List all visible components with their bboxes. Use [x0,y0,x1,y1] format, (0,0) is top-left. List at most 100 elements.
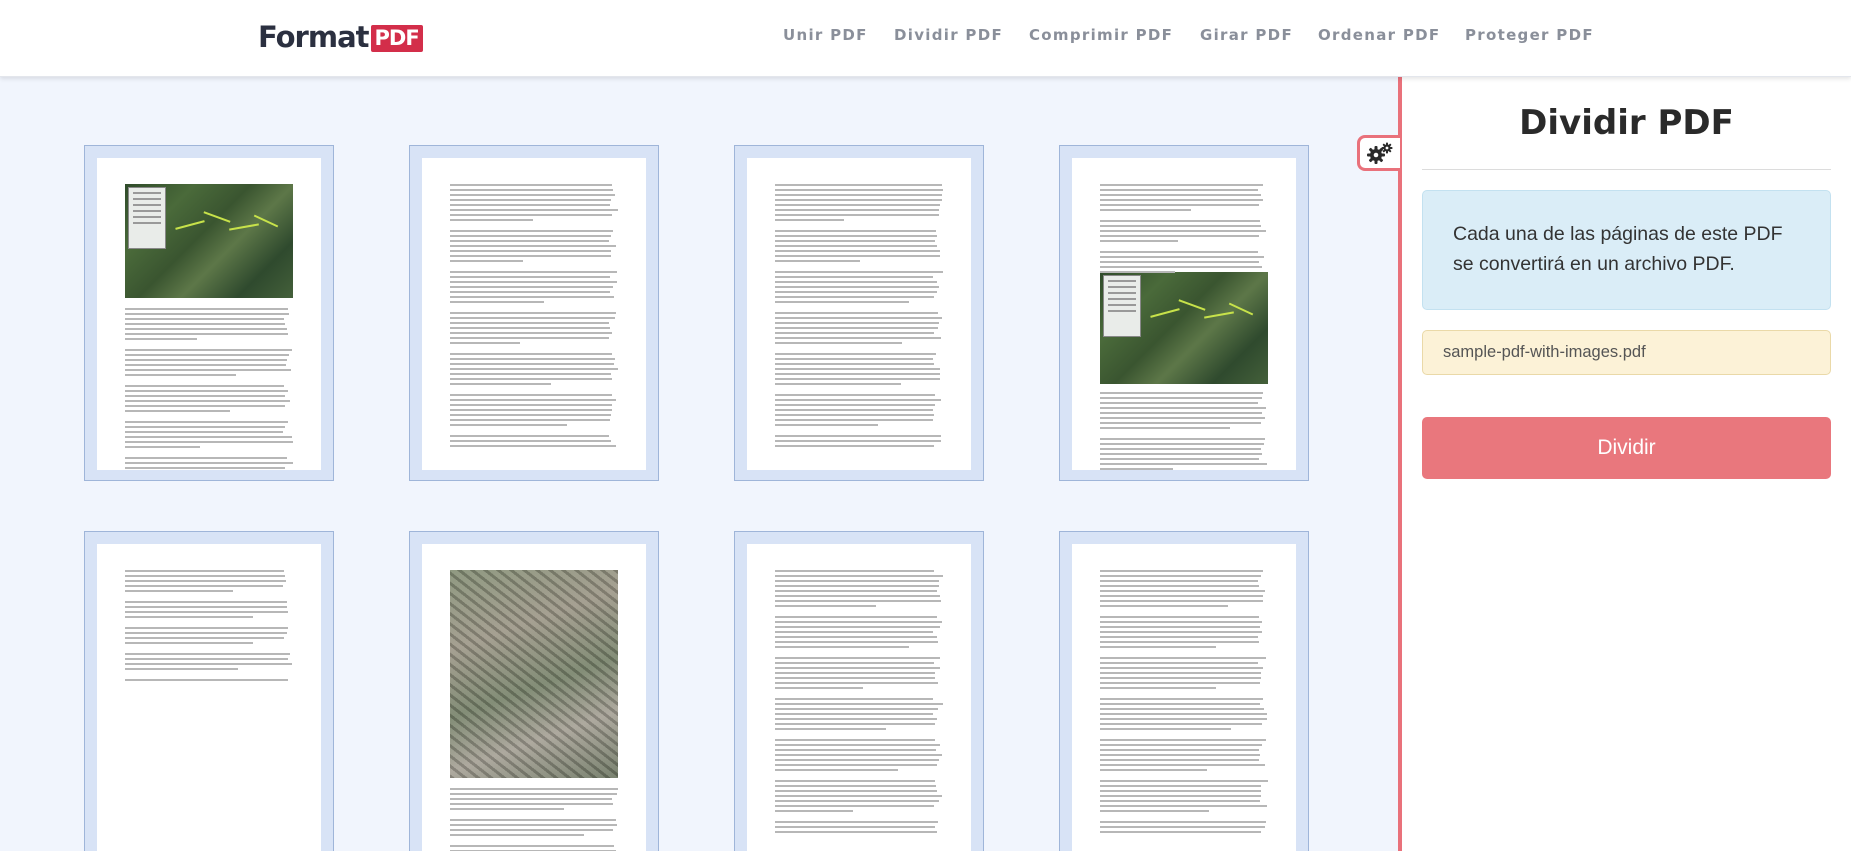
text-line [450,230,614,232]
text-line [1100,626,1261,628]
text-line [125,606,287,608]
page-thumbnail[interactable] [734,145,984,481]
text-line [1100,667,1264,669]
text-line [1100,256,1265,258]
text-line [1100,759,1260,761]
nav-girar-pdf[interactable]: Girar PDF [1200,24,1293,46]
text-line [1100,821,1266,823]
text-line [450,184,613,186]
text-line [1100,687,1217,689]
panel-title: Dividir PDF [1519,103,1734,143]
page-thumbnail[interactable] [1059,531,1309,851]
text-line [1100,468,1173,470]
text-line [450,409,613,411]
text-line [1100,230,1266,232]
text-line [450,845,615,847]
panel-separator [1422,169,1831,170]
page-thumbnails-area [0,77,1398,851]
text-line [1100,805,1268,807]
text-line [450,793,617,795]
text-line [1100,810,1209,812]
text-line [775,235,937,237]
text-line [775,312,938,314]
text-line [1100,266,1262,268]
page-thumbnail[interactable] [734,531,984,851]
text-line [775,641,938,643]
text-line [125,436,293,438]
text-line [125,333,289,335]
split-button[interactable]: Dividir [1422,417,1831,479]
legend-line [133,192,161,194]
text-line [125,390,288,392]
text-line [1100,392,1263,394]
text-line [1100,199,1263,201]
info-message: Cada una de las páginas de este PDF se c… [1422,190,1831,310]
settings-toggle[interactable] [1357,135,1400,171]
map-legend [128,187,166,249]
text-line [775,199,942,201]
text-line [125,328,288,330]
page-thumbnail[interactable] [409,531,659,851]
text-line [125,642,253,644]
text-line [125,637,285,639]
info-text: Cada una de las páginas de este PDF se c… [1453,223,1783,275]
text-line [775,322,939,324]
legend-line [1108,286,1136,288]
nav-ordenar-pdf[interactable]: Ordenar PDF [1318,24,1440,46]
text-line [1100,194,1261,196]
text-line [775,230,937,232]
text-line [1100,448,1261,450]
page-thumbnail[interactable] [84,145,334,481]
text-line [1100,585,1259,587]
text-line [450,276,611,278]
page-text [1100,184,1268,276]
page-thumbnail[interactable] [84,531,334,851]
text-line [125,679,288,681]
text-line [125,364,286,366]
text-line [775,672,935,674]
text-line [125,462,293,464]
text-line [1100,220,1261,222]
text-line [125,426,285,428]
nav-unir-pdf[interactable]: Unir PDF [783,24,868,46]
pdf-page [422,158,646,470]
text-line [450,399,617,401]
text-line [125,359,288,361]
text-line [450,358,615,360]
page-thumbnail[interactable] [1059,145,1309,481]
page-text [125,308,293,470]
text-line [1100,723,1262,725]
nav-comprimir-pdf[interactable]: Comprimir PDF [1029,24,1173,46]
text-line [450,214,613,216]
text-line [1100,590,1266,592]
text-line [1100,605,1228,607]
text-line [775,445,935,447]
text-line [775,682,939,684]
text-line [450,271,618,273]
nav-proteger-pdf[interactable]: Proteger PDF [1465,24,1594,46]
page-thumbnail[interactable] [409,145,659,481]
text-line [775,378,940,380]
text-line [450,296,614,298]
nav-dividir-pdf[interactable]: Dividir PDF [894,24,1003,46]
gears-icon [1367,142,1393,164]
text-line [450,204,610,206]
text-line [775,342,903,344]
text-line [775,605,876,607]
text-line [450,404,613,406]
text-line [775,286,939,288]
text-line [775,404,935,406]
text-line [125,354,289,356]
text-line [775,723,935,725]
text-line [1100,744,1263,746]
